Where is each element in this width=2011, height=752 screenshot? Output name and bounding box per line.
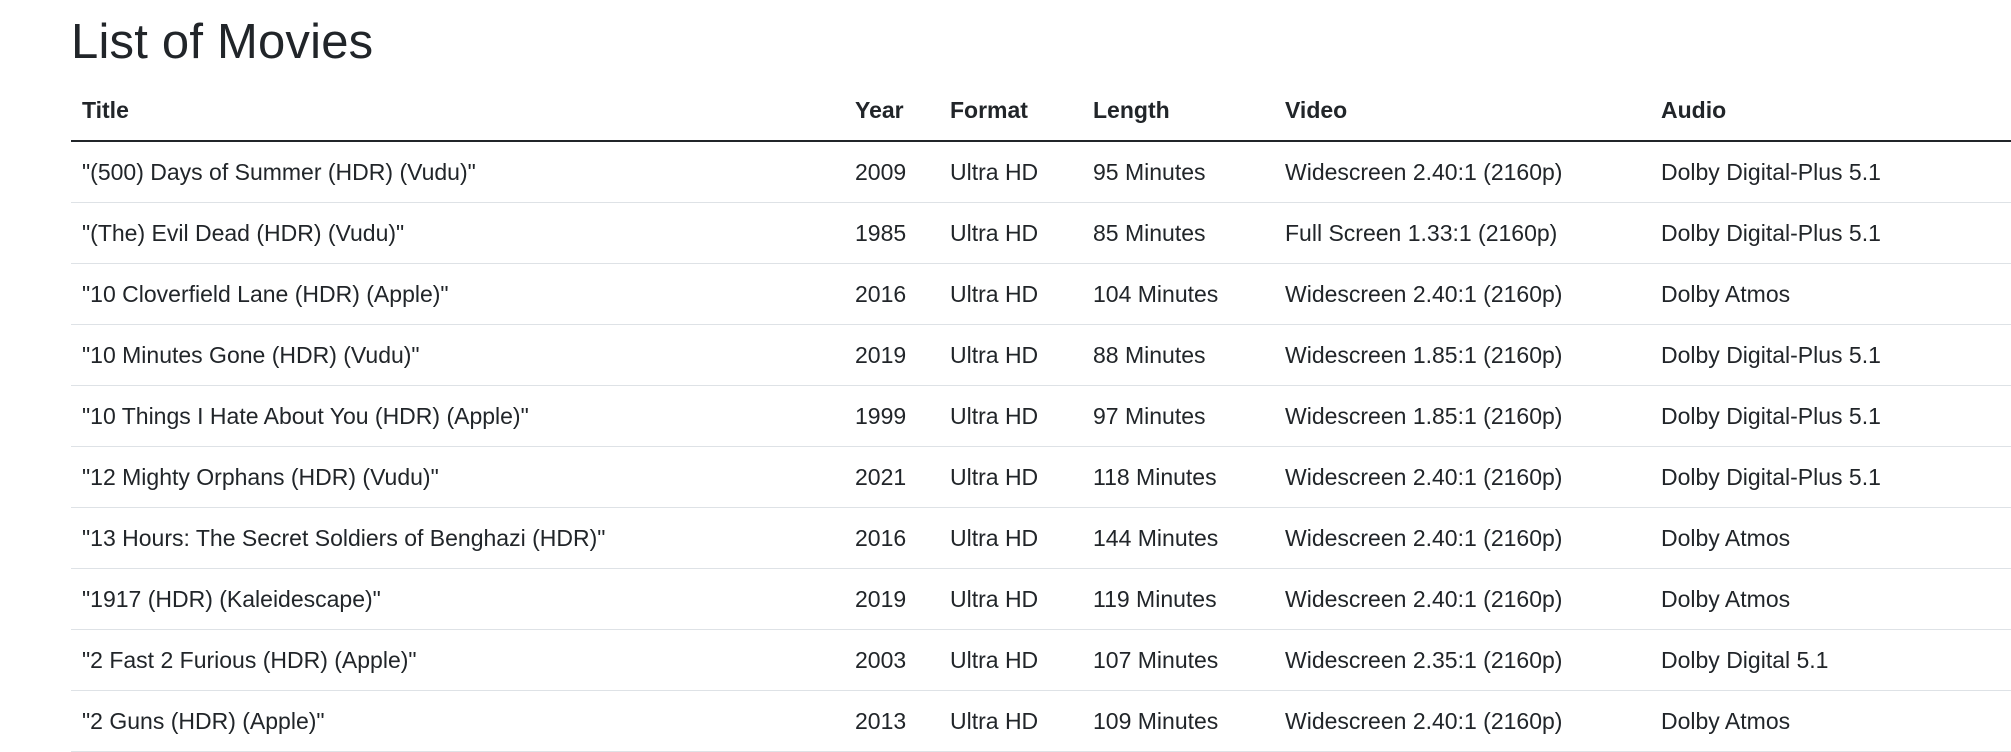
table-row: "2 Guns (HDR) (Apple)" 2013 Ultra HD 109…	[71, 690, 2011, 752]
cell-video: Full Screen 1.33:1 (2160p)	[1274, 202, 1650, 264]
cell-video: Widescreen 2.40:1 (2160p)	[1274, 263, 1650, 325]
cell-title: "2 Fast 2 Furious (HDR) (Apple)"	[71, 629, 844, 691]
cell-format: Ultra HD	[939, 385, 1082, 447]
cell-title: "1917 (HDR) (Kaleidescape)"	[71, 568, 844, 630]
cell-length: 107 Minutes	[1082, 629, 1274, 691]
page-title: List of Movies	[71, 15, 374, 69]
column-header-video: Video	[1274, 80, 1650, 142]
cell-format: Ultra HD	[939, 141, 1082, 203]
cell-audio: Dolby Atmos	[1650, 507, 2011, 569]
header-row: Title Year Format Length Video Audio	[71, 80, 2011, 142]
cell-length: 119 Minutes	[1082, 568, 1274, 630]
table-row: "12 Mighty Orphans (HDR) (Vudu)" 2021 Ul…	[71, 446, 2011, 508]
cell-audio: Dolby Digital-Plus 5.1	[1650, 141, 2011, 203]
cell-format: Ultra HD	[939, 446, 1082, 508]
cell-title: "10 Minutes Gone (HDR) (Vudu)"	[71, 324, 844, 386]
table-row: "(500) Days of Summer (HDR) (Vudu)" 2009…	[71, 141, 2011, 203]
column-header-year: Year	[844, 80, 939, 142]
cell-format: Ultra HD	[939, 324, 1082, 386]
cell-year: 2009	[844, 141, 939, 203]
cell-title: "(The) Evil Dead (HDR) (Vudu)"	[71, 202, 844, 264]
cell-title: "13 Hours: The Secret Soldiers of Bengha…	[71, 507, 844, 569]
cell-video: Widescreen 2.40:1 (2160p)	[1274, 141, 1650, 203]
cell-length: 109 Minutes	[1082, 690, 1274, 752]
table-row: "1917 (HDR) (Kaleidescape)" 2019 Ultra H…	[71, 568, 2011, 630]
cell-audio: Dolby Atmos	[1650, 690, 2011, 752]
cell-length: 88 Minutes	[1082, 324, 1274, 386]
cell-format: Ultra HD	[939, 263, 1082, 325]
cell-year: 2019	[844, 568, 939, 630]
cell-video: Widescreen 2.35:1 (2160p)	[1274, 629, 1650, 691]
table-row: "13 Hours: The Secret Soldiers of Bengha…	[71, 507, 2011, 569]
column-header-length: Length	[1082, 80, 1274, 142]
cell-audio: Dolby Digital-Plus 5.1	[1650, 202, 2011, 264]
cell-title: "2 Guns (HDR) (Apple)"	[71, 690, 844, 752]
cell-title: "12 Mighty Orphans (HDR) (Vudu)"	[71, 446, 844, 508]
table-row: "(The) Evil Dead (HDR) (Vudu)" 1985 Ultr…	[71, 202, 2011, 264]
cell-year: 2016	[844, 507, 939, 569]
cell-format: Ultra HD	[939, 202, 1082, 264]
cell-audio: Dolby Digital-Plus 5.1	[1650, 385, 2011, 447]
cell-audio: Dolby Digital 5.1	[1650, 629, 2011, 691]
table-body: "(500) Days of Summer (HDR) (Vudu)" 2009…	[71, 141, 2011, 752]
column-header-audio: Audio	[1650, 80, 2011, 142]
cell-length: 95 Minutes	[1082, 141, 1274, 203]
cell-video: Widescreen 1.85:1 (2160p)	[1274, 385, 1650, 447]
cell-length: 97 Minutes	[1082, 385, 1274, 447]
cell-year: 2003	[844, 629, 939, 691]
cell-audio: Dolby Atmos	[1650, 263, 2011, 325]
table-header: Title Year Format Length Video Audio	[71, 80, 2011, 142]
cell-format: Ultra HD	[939, 690, 1082, 752]
cell-video: Widescreen 2.40:1 (2160p)	[1274, 507, 1650, 569]
cell-length: 144 Minutes	[1082, 507, 1274, 569]
cell-year: 2013	[844, 690, 939, 752]
cell-audio: Dolby Digital-Plus 5.1	[1650, 446, 2011, 508]
table-row: "10 Cloverfield Lane (HDR) (Apple)" 2016…	[71, 263, 2011, 325]
cell-format: Ultra HD	[939, 507, 1082, 569]
cell-length: 104 Minutes	[1082, 263, 1274, 325]
cell-year: 1985	[844, 202, 939, 264]
cell-format: Ultra HD	[939, 568, 1082, 630]
cell-year: 2016	[844, 263, 939, 325]
cell-year: 2021	[844, 446, 939, 508]
cell-title: "10 Things I Hate About You (HDR) (Apple…	[71, 385, 844, 447]
cell-year: 1999	[844, 385, 939, 447]
cell-video: Widescreen 2.40:1 (2160p)	[1274, 446, 1650, 508]
table-row: "2 Fast 2 Furious (HDR) (Apple)" 2003 Ul…	[71, 629, 2011, 691]
cell-length: 118 Minutes	[1082, 446, 1274, 508]
cell-title: "10 Cloverfield Lane (HDR) (Apple)"	[71, 263, 844, 325]
cell-title: "(500) Days of Summer (HDR) (Vudu)"	[71, 141, 844, 203]
cell-video: Widescreen 2.40:1 (2160p)	[1274, 568, 1650, 630]
cell-audio: Dolby Digital-Plus 5.1	[1650, 324, 2011, 386]
cell-length: 85 Minutes	[1082, 202, 1274, 264]
table-row: "10 Things I Hate About You (HDR) (Apple…	[71, 385, 2011, 447]
cell-video: Widescreen 1.85:1 (2160p)	[1274, 324, 1650, 386]
column-header-title: Title	[71, 80, 844, 142]
cell-format: Ultra HD	[939, 629, 1082, 691]
cell-year: 2019	[844, 324, 939, 386]
cell-audio: Dolby Atmos	[1650, 568, 2011, 630]
table-row: "10 Minutes Gone (HDR) (Vudu)" 2019 Ultr…	[71, 324, 2011, 386]
column-header-format: Format	[939, 80, 1082, 142]
cell-video: Widescreen 2.40:1 (2160p)	[1274, 690, 1650, 752]
movies-table: Title Year Format Length Video Audio "(5…	[71, 80, 2011, 752]
